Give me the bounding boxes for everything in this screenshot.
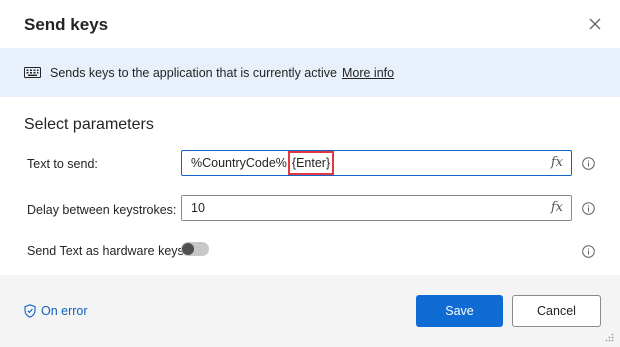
text-to-send-value: %CountryCode% {Enter}	[182, 151, 335, 175]
dialog-title: Send keys	[24, 15, 109, 34]
delay-value: 10	[191, 201, 205, 215]
info-bar: Sends keys to the application that is cu…	[0, 48, 620, 97]
info-icon[interactable]	[582, 202, 595, 215]
on-error-label: On error	[41, 304, 88, 318]
toggle-knob	[182, 243, 194, 255]
info-text: Sends keys to the application that is cu…	[50, 65, 337, 80]
save-button[interactable]: Save	[416, 295, 503, 327]
keyboard-icon	[24, 67, 41, 78]
section-title: Select parameters	[24, 116, 154, 133]
info-icon[interactable]	[582, 245, 595, 258]
info-icon[interactable]	[582, 157, 595, 170]
delay-input[interactable]: 10 fx	[181, 195, 572, 221]
text-to-send-input[interactable]: %CountryCode% {Enter} fx	[181, 150, 572, 176]
delay-label: Delay between keystrokes:	[27, 203, 177, 217]
more-info-link[interactable]: More info	[342, 66, 394, 80]
enter-key-highlight: {Enter}	[287, 151, 335, 175]
fx-icon[interactable]: fx	[551, 200, 563, 215]
fx-icon[interactable]: fx	[551, 155, 563, 170]
close-icon[interactable]	[584, 13, 606, 35]
on-error-button[interactable]: On error	[24, 304, 88, 318]
send-keys-dialog: Send keys Sends keys to the application …	[0, 0, 620, 347]
text-to-send-label: Text to send:	[27, 157, 98, 171]
hardware-keys-label: Send Text as hardware keys:	[27, 244, 188, 258]
variable-token: %CountryCode%	[191, 156, 287, 170]
hardware-keys-toggle[interactable]	[181, 242, 209, 256]
shield-icon	[24, 304, 36, 318]
resize-grip-icon[interactable]	[605, 333, 614, 342]
cancel-button[interactable]: Cancel	[512, 295, 601, 327]
